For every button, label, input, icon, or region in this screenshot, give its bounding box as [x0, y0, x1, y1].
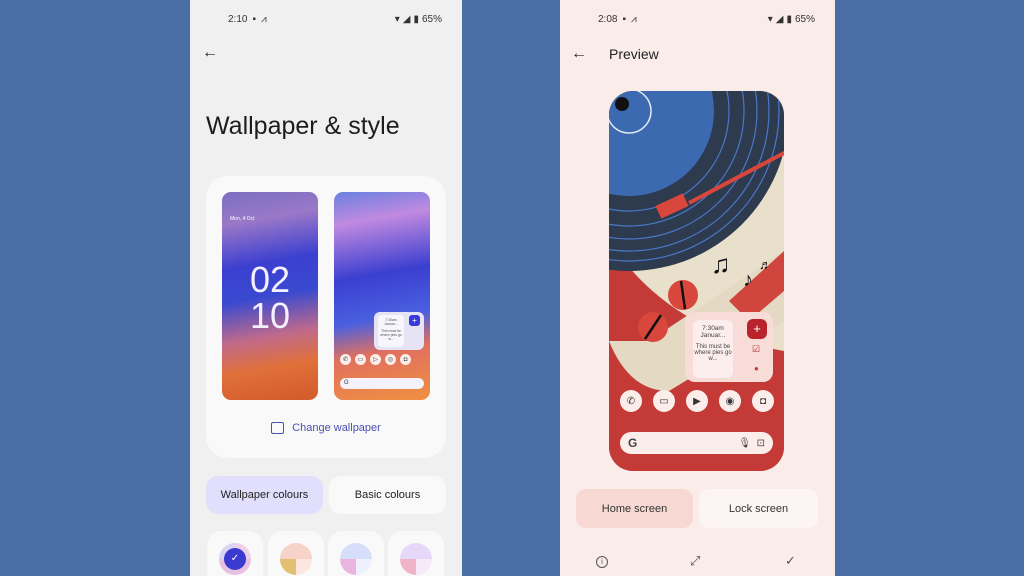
clock-hour: 02: [249, 259, 291, 300]
swatch-pie: [400, 543, 432, 575]
swatch-pie: [340, 543, 372, 575]
wallpaper-icon: [271, 422, 285, 434]
clock-minute: 10: [249, 295, 291, 336]
widget-date: Januar...: [384, 322, 398, 326]
lock-date: Mon, 4 Oct: [230, 216, 255, 222]
preview-screen: 2:08 ▪ ⩘ ▾ ◢ ▮ 65% ← Preview ♫ ♪ ♬ 7:30a…: [560, 0, 835, 576]
signal-icon: ◢: [402, 14, 411, 25]
status-time: 2:10: [228, 14, 248, 25]
music-note-icon: ♫: [711, 249, 731, 279]
dock: ✆ ▭ ▶ ◉ ◘: [620, 390, 774, 412]
change-wallpaper-label: Change wallpaper: [292, 422, 381, 434]
play-store-icon: ▷: [370, 354, 381, 365]
camera-icon[interactable]: ◘: [752, 390, 774, 412]
wallpaper-style-screen: 2:10 ▪ ⩘ ▾ ◢ ▮ 65% ← Wallpaper & style M…: [190, 0, 462, 576]
home-screen-button[interactable]: Home screen: [576, 489, 693, 528]
notification-icon: ▪: [622, 14, 627, 25]
info-icon[interactable]: i: [596, 556, 608, 568]
music-note-icon: ♪: [743, 269, 753, 291]
mic-icon: ●: [754, 364, 759, 373]
lock-screen-button[interactable]: Lock screen: [699, 489, 818, 528]
widget: 7:30am Januar... This must be where pies…: [374, 312, 424, 350]
page-title: Preview: [609, 46, 659, 62]
fullscreen-icon[interactable]: ⤢: [690, 553, 700, 569]
status-time: 2:08: [598, 14, 618, 25]
battery-icon: ▮: [786, 14, 792, 25]
widget-time: 7:30am: [702, 325, 724, 332]
search-actions: 🎙 ⊡: [738, 437, 765, 449]
wifi-icon: ▾: [394, 14, 400, 25]
tab-basic-colours[interactable]: Basic colours: [329, 476, 446, 514]
tab-wallpaper-colours[interactable]: Wallpaper colours: [206, 476, 323, 514]
colour-swatch-1[interactable]: ✓: [207, 531, 263, 576]
pulse-icon: ⩘: [261, 14, 267, 25]
change-wallpaper-button[interactable]: Change wallpaper: [206, 422, 446, 434]
widget-note: 7:30am Januar... This must be where pies…: [693, 320, 733, 378]
check-icon[interactable]: ✓: [785, 553, 796, 569]
battery-level: 65%: [794, 14, 815, 25]
phone-icon: ✆: [340, 354, 351, 365]
back-button[interactable]: ←: [571, 45, 587, 63]
colour-swatch-4[interactable]: [388, 531, 444, 576]
status-bar-left: 2:08 ▪ ⩘: [598, 14, 637, 25]
dock: ✆ ▭ ▷ ◎ ◘: [340, 354, 411, 365]
battery-icon: ▮: [413, 14, 419, 25]
swatch-pie: [280, 543, 312, 575]
phone-icon[interactable]: ✆: [620, 390, 642, 412]
page-title: Wallpaper & style: [206, 112, 400, 140]
colour-swatch-3[interactable]: [328, 531, 384, 576]
battery-level: 65%: [421, 14, 442, 25]
add-icon: +: [409, 315, 420, 326]
status-bar-right: ▾ ◢ ▮ 65%: [768, 14, 815, 25]
status-bar-left: 2:10 ▪ ⩘: [228, 14, 267, 25]
signal-icon: ◢: [775, 14, 784, 25]
colour-swatch-2[interactable]: [268, 531, 324, 576]
wifi-icon: ▾: [767, 14, 773, 25]
chrome-icon[interactable]: ◉: [719, 390, 741, 412]
widget-date: Januar...: [700, 332, 726, 339]
search-bar: G: [340, 378, 424, 389]
chrome-icon: ◎: [385, 354, 396, 365]
wallpaper-card: Mon, 4 Oct 02 10 7:30am Januar... This m…: [206, 176, 446, 458]
notification-icon: ▪: [252, 14, 257, 25]
wallpaper-preview: ♫ ♪ ♬ 7:30am Januar... This must be wher…: [609, 91, 784, 471]
back-button[interactable]: ←: [202, 44, 218, 62]
home-screen-preview[interactable]: 7:30am Januar... This must be where pies…: [334, 192, 430, 400]
pulse-icon: ⩘: [631, 14, 637, 25]
turntable-wallpaper: ♫ ♪ ♬: [609, 91, 784, 471]
google-icon: G: [628, 436, 638, 450]
widget-text: This must be where pies go w...: [694, 344, 732, 362]
widget-note: 7:30am Januar... This must be where pies…: [378, 315, 404, 347]
camera-icon: ◘: [400, 354, 411, 365]
music-notes-icon: ♬: [759, 257, 772, 272]
widget-text: This must be where pies go w...: [380, 329, 402, 341]
lock-screen-preview[interactable]: Mon, 4 Oct 02 10: [222, 192, 318, 400]
add-icon: +: [747, 319, 767, 339]
checkbox-icon: ☑: [752, 344, 761, 354]
play-store-icon[interactable]: ▶: [686, 390, 708, 412]
status-bar-right: ▾ ◢ ▮ 65%: [395, 14, 442, 25]
search-bar[interactable]: G 🎙 ⊡: [620, 432, 773, 454]
messages-icon: ▭: [355, 354, 366, 365]
messages-icon[interactable]: ▭: [653, 390, 675, 412]
check-icon: ✓: [224, 548, 246, 570]
lock-clock: 02 10: [222, 262, 318, 334]
widget: 7:30am Januar... This must be where pies…: [685, 312, 773, 382]
